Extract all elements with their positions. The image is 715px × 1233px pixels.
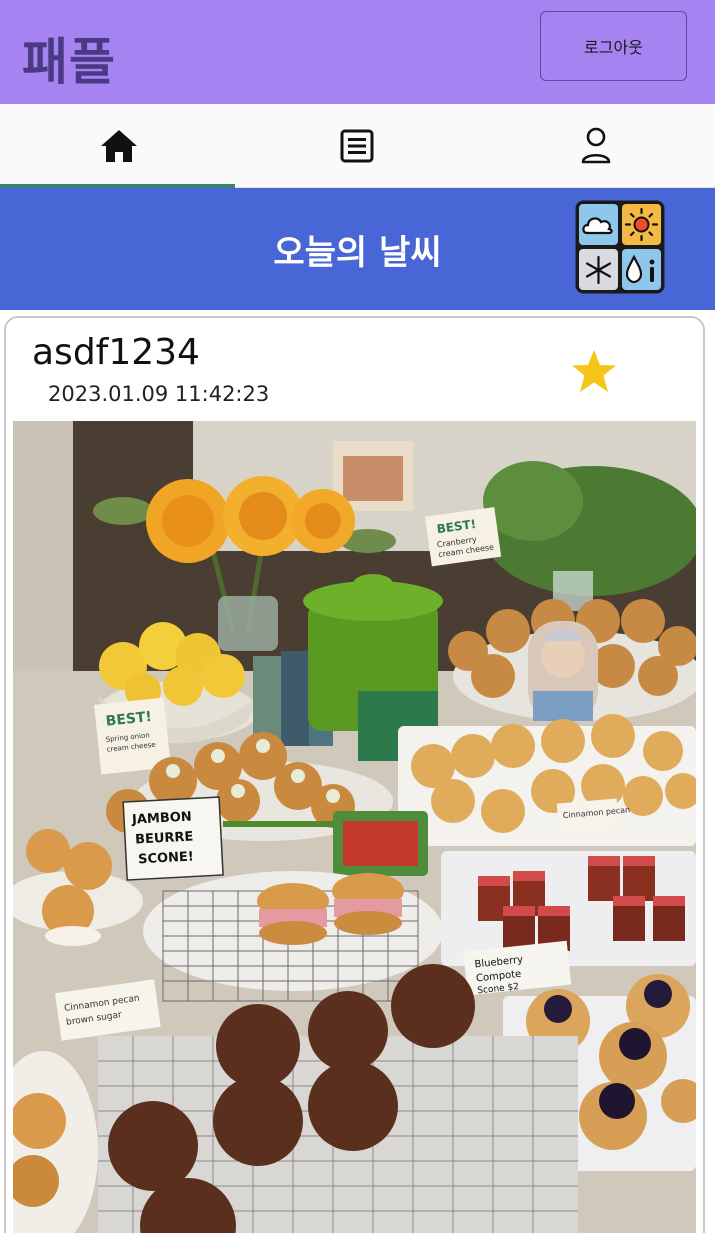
profile-icon: [581, 127, 611, 164]
post-datetime: 2023.01.09 11:42:23: [48, 382, 270, 406]
tab-profile[interactable]: [477, 104, 715, 188]
list-icon: [340, 129, 374, 163]
app-header: 패플 로그아웃: [0, 0, 715, 104]
tab-bar: [0, 104, 715, 188]
home-icon: [101, 130, 137, 162]
svg-text:JAMBON: JAMBON: [131, 810, 192, 828]
app-logo: 패플: [22, 33, 116, 91]
weather-banner[interactable]: 오늘의 날씨: [0, 188, 715, 310]
logout-button[interactable]: 로그아웃: [540, 11, 687, 81]
bakery-photo: BEST! Cranberry cream cheese BEST! Sprin…: [13, 421, 696, 1233]
tab-home[interactable]: [0, 104, 238, 188]
svg-text:BEURRE: BEURRE: [135, 829, 194, 847]
star-icon[interactable]: [570, 348, 618, 394]
svg-text:SCONE!: SCONE!: [138, 849, 194, 867]
post-image[interactable]: BEST! Cranberry cream cheese BEST! Sprin…: [13, 421, 696, 1233]
post-username[interactable]: asdf1234: [32, 332, 200, 373]
post-card[interactable]: asdf1234 2023.01.09 11:42:23 BEST! Cranb…: [4, 316, 705, 1233]
weather-grid-icon[interactable]: [574, 199, 666, 295]
tab-list[interactable]: [238, 104, 476, 188]
